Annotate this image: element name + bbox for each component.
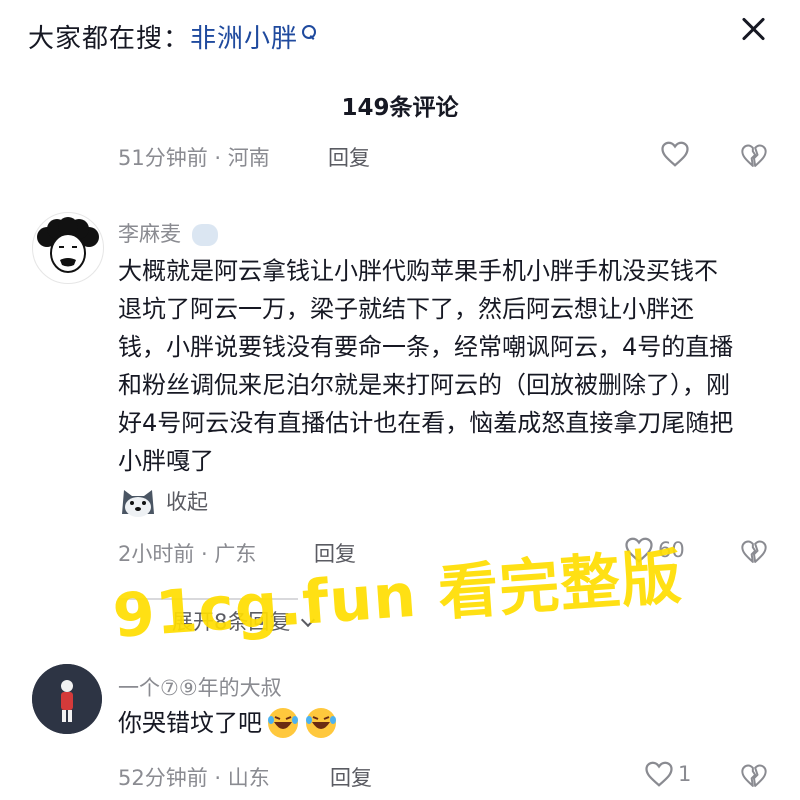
close-button[interactable] [736,12,770,46]
comment-meta: 52分钟前 · 山东 [118,766,270,790]
like-button[interactable] [660,140,690,168]
wind-sticker-icon [191,224,218,246]
heart-icon [661,141,689,167]
search-prefix: 大家都在搜： [28,24,191,54]
laughing-emoji-icon [306,708,336,738]
comment-content: 你哭错坟了吧 [118,709,262,737]
like-button[interactable]: 1 [644,760,691,788]
broken-heart-icon[interactable] [740,762,768,790]
collapse-toggle[interactable]: 收起 [118,484,208,518]
reply-button[interactable]: 回复 [328,142,370,172]
avatar[interactable] [32,664,102,734]
laughing-emoji-icon [268,708,298,738]
avatar[interactable] [32,212,104,284]
username[interactable]: 一个⑦⑨年的大叔 [118,672,282,702]
search-icon [302,25,317,39]
comment-count-title: 149条评论 [341,95,459,121]
search-suggestion[interactable]: 大家都在搜：非洲小胖 [28,18,317,55]
reply-button[interactable]: 回复 [330,762,372,792]
collapse-label: 收起 [166,490,208,514]
heart-icon [645,761,673,787]
comment-meta: 51分钟前 · 河南 [118,146,270,170]
person-avatar-icon [32,664,102,734]
like-count: 1 [678,762,692,786]
username-text: 李麻麦 [118,222,181,246]
husky-sticker-icon [122,490,154,517]
comment-content: 大概就是阿云拿钱让小胖代购苹果手机小胖手机没买钱不退坑了阿云一万，梁子就结下了，… [118,257,734,475]
broken-heart-icon[interactable] [740,538,768,566]
search-term-link[interactable]: 非洲小胖 [190,24,298,54]
broken-heart-icon[interactable] [740,142,768,170]
cartoon-face-avatar-icon [37,217,99,273]
username[interactable]: 李麻麦 [118,218,218,248]
comment-content-row: 你哭错坟了吧 [118,704,338,742]
